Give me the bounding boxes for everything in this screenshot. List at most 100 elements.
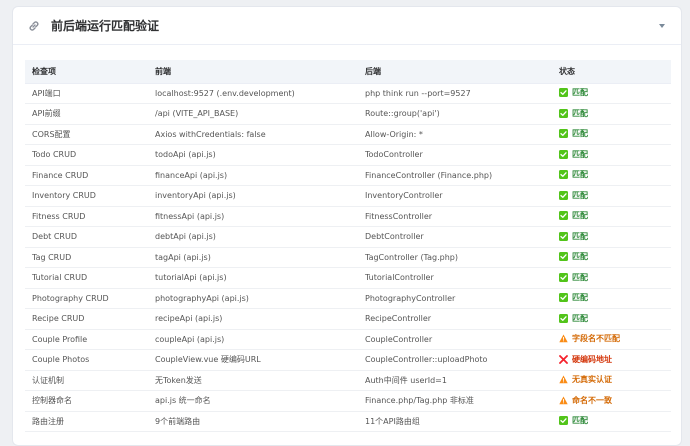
check-square-icon xyxy=(559,190,568,200)
status-badge: 匹配 xyxy=(559,210,588,221)
table-row: Inventory CRUD inventoryApi (api.js) Inven… xyxy=(25,185,671,207)
cell-item: Tag CRUD xyxy=(25,247,148,268)
cell-backend: Auth中间件 userId=1 xyxy=(358,370,552,391)
table-header-row: 检查项 前端 后端 状态 xyxy=(25,60,671,84)
status-text: 匹配 xyxy=(572,293,588,303)
cross-icon xyxy=(559,354,568,364)
link-icon xyxy=(27,19,41,33)
cell-item: Tutorial CRUD xyxy=(25,267,148,289)
table-row: Recipe CRUD recipeApi (api.js) RecipeContr… xyxy=(25,308,671,330)
cell-status: 字段名不匹配 xyxy=(552,329,671,350)
cell-frontend: api.js 统一命名 xyxy=(148,390,358,412)
check-square-icon xyxy=(559,88,568,98)
status-badge: 匹配 xyxy=(559,190,588,201)
status-text: 字段名不匹配 xyxy=(572,334,620,344)
status-text: 匹配 xyxy=(572,149,588,159)
status-text: 匹配 xyxy=(572,129,588,139)
cell-frontend: CoupleView.vue 硬编码URL xyxy=(148,349,358,371)
table-row: 认证机制 无Token发送 Auth中间件 userId=1 无真实认证 xyxy=(25,370,671,391)
card-header[interactable]: 前后端运行匹配验证 xyxy=(13,7,681,45)
cell-frontend: /api (VITE_API_BASE) xyxy=(148,103,358,125)
status-badge: 硬编码地址 xyxy=(559,354,612,365)
cell-backend: Allow-Origin: * xyxy=(358,124,552,145)
table-row: Debt CRUD debtApi (api.js) DebtController 匹… xyxy=(25,226,671,248)
cell-item: Finance CRUD xyxy=(25,165,148,186)
table-row: 路由注册 9个前端路由 11个API路由组 匹配 xyxy=(25,411,671,432)
cell-item: CORS配置 xyxy=(25,124,148,145)
status-badge: 匹配 xyxy=(559,108,588,119)
cell-backend: FitnessController xyxy=(358,206,552,227)
verification-table: 检查项 前端 后端 状态 API端口 localhost:9527 (.env.d… xyxy=(25,60,671,432)
status-badge: 匹配 xyxy=(559,128,588,139)
status-text: 无真实认证 xyxy=(572,375,612,385)
status-text: 硬编码地址 xyxy=(572,354,612,364)
cell-frontend: 9个前端路由 xyxy=(148,411,358,432)
status-badge: 无真实认证 xyxy=(559,374,612,385)
check-square-icon xyxy=(559,416,568,426)
cell-status: 匹配 xyxy=(552,103,671,125)
cell-status: 匹配 xyxy=(552,308,671,330)
cell-frontend: todoApi (api.js) xyxy=(148,144,358,166)
status-text: 匹配 xyxy=(572,416,588,426)
status-badge: 匹配 xyxy=(559,169,588,180)
status-badge: 匹配 xyxy=(559,272,588,283)
cell-frontend: financeApi (api.js) xyxy=(148,165,358,186)
column-header-backend: 后端 xyxy=(358,60,552,84)
cell-item: Couple Photos xyxy=(25,349,148,371)
column-header-item: 检查项 xyxy=(25,60,148,84)
check-square-icon xyxy=(559,149,568,159)
cell-frontend: Axios withCredentials: false xyxy=(148,124,358,145)
cell-item: Photography CRUD xyxy=(25,288,148,309)
cell-item: Todo CRUD xyxy=(25,144,148,166)
status-badge: 匹配 xyxy=(559,87,588,98)
status-badge: 匹配 xyxy=(559,251,588,262)
status-badge: 匹配 xyxy=(559,231,588,242)
cell-backend: RecipeController xyxy=(358,308,552,330)
status-text: 匹配 xyxy=(572,231,588,241)
table-row: Tag CRUD tagApi (api.js) TagController (Ta… xyxy=(25,247,671,268)
status-text: 命名不一致 xyxy=(572,395,612,405)
verification-card: 前后端运行匹配验证 检查项 前端 后端 状态 API端口 localhost:95… xyxy=(12,6,682,446)
status-badge: 匹配 xyxy=(559,313,588,324)
status-text: 匹配 xyxy=(572,211,588,221)
cell-status: 匹配 xyxy=(552,124,671,145)
status-text: 匹配 xyxy=(572,252,588,262)
table-row: CORS配置 Axios withCredentials: false Allow-… xyxy=(25,124,671,145)
table-row: Tutorial CRUD tutorialApi (api.js) Tutoria… xyxy=(25,267,671,289)
cell-backend: php think run --port=9527 xyxy=(358,83,552,104)
check-square-icon xyxy=(559,293,568,303)
cell-backend: 11个API路由组 xyxy=(358,411,552,432)
check-square-icon xyxy=(559,313,568,323)
table-row: Todo CRUD todoApi (api.js) TodoController 匹… xyxy=(25,144,671,166)
cell-status: 无真实认证 xyxy=(552,370,671,391)
cell-status: 匹配 xyxy=(552,185,671,207)
warning-triangle-icon xyxy=(559,334,568,343)
cell-status: 匹配 xyxy=(552,267,671,289)
cell-backend: InventoryController xyxy=(358,185,552,207)
card-title: 前后端运行匹配验证 xyxy=(51,19,160,33)
cell-frontend: recipeApi (api.js) xyxy=(148,308,358,330)
cell-backend: CoupleController xyxy=(358,329,552,350)
cell-status: 命名不一致 xyxy=(552,390,671,412)
warning-triangle-icon xyxy=(559,375,568,384)
status-badge: 字段名不匹配 xyxy=(559,333,620,344)
cell-frontend: tutorialApi (api.js) xyxy=(148,267,358,289)
cell-backend: TagController (Tag.php) xyxy=(358,247,552,268)
cell-status: 硬编码地址 xyxy=(552,349,671,371)
check-square-icon xyxy=(559,231,568,241)
cell-frontend: 无Token发送 xyxy=(148,370,358,391)
cell-item: Couple Profile xyxy=(25,329,148,350)
cell-status: 匹配 xyxy=(552,411,671,432)
check-square-icon xyxy=(559,108,568,118)
cell-frontend: fitnessApi (api.js) xyxy=(148,206,358,227)
status-badge: 匹配 xyxy=(559,415,588,426)
cell-backend: PhotographyController xyxy=(358,288,552,309)
cell-item: 控制器命名 xyxy=(25,390,148,412)
cell-frontend: tagApi (api.js) xyxy=(148,247,358,268)
caret-down-icon[interactable] xyxy=(657,21,667,31)
check-square-icon xyxy=(559,170,568,180)
column-header-status: 状态 xyxy=(552,60,671,84)
cell-item: Fitness CRUD xyxy=(25,206,148,227)
table-row: API端口 localhost:9527 (.env.development) ph… xyxy=(25,83,671,104)
cell-status: 匹配 xyxy=(552,288,671,309)
